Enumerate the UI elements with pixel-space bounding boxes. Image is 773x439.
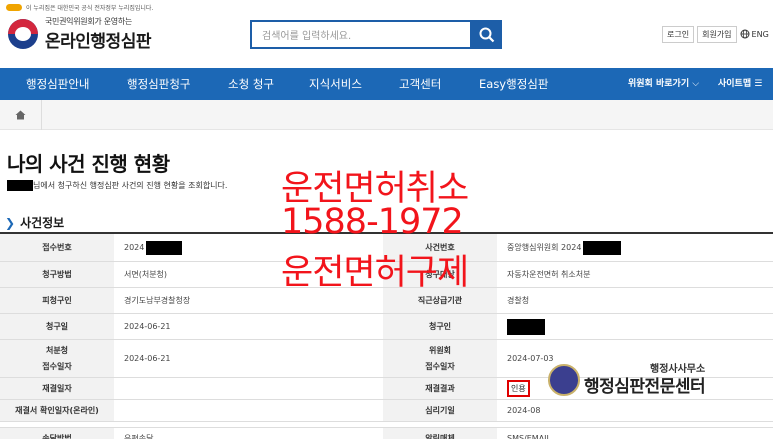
emblem-icon xyxy=(8,19,38,49)
nav-item-claim[interactable]: 행정심판청구 xyxy=(127,68,190,100)
table-row: 재결서 확인일자(온라인) 심리기일 2024-08 xyxy=(0,400,773,422)
nav-item-support[interactable]: 고객센터 xyxy=(399,68,441,100)
section-title: ❯ 사건정보 xyxy=(5,215,65,231)
respondent-label: 피청구인 xyxy=(0,288,114,313)
method-label: 청구방법 xyxy=(0,262,114,287)
nav-item-guide[interactable]: 행정심판안내 xyxy=(26,68,89,100)
site-logo[interactable]: 국민권익위원회가 운영하는 온라인행정심판 xyxy=(8,16,151,52)
decision-date-value xyxy=(114,378,383,399)
delivery-label: 송달방법 xyxy=(0,428,114,439)
gov-strip-text: 이 누리집은 대한민국 공식 전자정부 누리집입니다. xyxy=(26,4,154,12)
logo-title: 온라인행정심판 xyxy=(45,32,151,52)
menu-icon: ☰ xyxy=(754,79,763,89)
nav-item-knowledge[interactable]: 지식서비스 xyxy=(309,68,362,100)
office-watermark: 행정사사무소 행정심판전문센터 xyxy=(546,360,760,402)
search-button[interactable] xyxy=(472,20,502,49)
search-input[interactable]: 검색어를 입력하세요. xyxy=(250,20,472,49)
nav-item-easy[interactable]: Easy행정심판 xyxy=(479,68,548,100)
logo-subtitle: 국민권익위원회가 운영하는 xyxy=(45,17,132,26)
overlay-line-2: 1588-1972 xyxy=(281,202,464,242)
home-icon xyxy=(15,110,26,120)
notify-value: SMS/EMAIL xyxy=(507,434,551,439)
receipt-no-label: 접수번호 xyxy=(0,234,114,261)
gov-strip: 이 누리집은 대한민국 공식 전자정부 누리집입니다. xyxy=(0,0,773,14)
chevron-right-icon: ❯ xyxy=(5,215,16,230)
claim-date-value: 2024-06-21 xyxy=(124,322,171,331)
agency-receipt-value: 2024-06-21 xyxy=(124,354,171,363)
header: 국민권익위원회가 운영하는 온라인행정심판 검색어를 입력하세요. 로그인 회원… xyxy=(0,14,773,68)
decision-result-badge: 인용 xyxy=(507,380,530,397)
claim-date-label: 청구일 xyxy=(0,314,114,339)
globe-icon xyxy=(740,29,750,39)
breadcrumb xyxy=(0,100,773,130)
redacted-receipt xyxy=(146,240,183,255)
chevron-down-icon: ⌵ xyxy=(692,79,700,89)
intro-text: 님에서 청구하신 행정심판 사건의 진행 현황을 조회합니다. xyxy=(7,180,227,191)
seal-icon xyxy=(548,364,580,396)
decision-date-label: 재결일자 xyxy=(0,378,114,399)
signup-button[interactable]: 회원가입 xyxy=(697,25,737,43)
sitemap-button[interactable]: 사이트맵 ☰ xyxy=(718,68,762,100)
confirm-date-value xyxy=(114,400,383,421)
watermark-main: 행정심판전문센터 xyxy=(584,377,706,397)
home-button[interactable] xyxy=(0,100,42,130)
claimant-value xyxy=(497,314,773,339)
decision-result-label: 재결결과 xyxy=(383,378,497,399)
claimant-label: 청구인 xyxy=(383,314,497,339)
redacted-name xyxy=(7,180,33,191)
table-row: 청구일 2024-06-21 청구인 xyxy=(0,314,773,340)
overlay-line-3: 운전면허구제 xyxy=(281,253,469,293)
hearing-date-label: 심리기일 xyxy=(383,400,497,421)
committee-shortcut[interactable]: 위원회 바로가기 ⌵ xyxy=(628,68,699,100)
search-icon xyxy=(479,27,495,42)
notify-label: 알림매체 xyxy=(383,428,497,439)
delivery-value: 우편송달 xyxy=(124,434,154,439)
hearing-date-value: 2024-08 xyxy=(507,406,541,415)
util-links: 로그인 회원가입 ENG xyxy=(662,25,769,43)
nav-item-appeal[interactable]: 소청 청구 xyxy=(228,68,274,100)
lang-button[interactable]: ENG xyxy=(740,29,769,39)
case-no-value: 중앙행심위원회 2024 xyxy=(497,234,773,261)
main-nav: 행정심판안내 행정심판청구 소청 청구 지식서비스 고객센터 Easy행정심판 … xyxy=(0,68,773,100)
page-title: 나의 사건 진행 현황 xyxy=(7,152,170,176)
redacted-claimant xyxy=(507,318,545,335)
superior-value: 경찰청 xyxy=(507,296,530,305)
table-row: 송달방법 우편송달 알림매체 SMS/EMAIL xyxy=(0,428,773,439)
search-placeholder: 검색어를 입력하세요. xyxy=(262,31,352,42)
agency-receipt-label: 처분청 접수일자 xyxy=(0,340,114,377)
subject-value: 자동차운전면허 취소처분 xyxy=(507,270,591,279)
redacted-case-no xyxy=(583,240,622,255)
committee-receipt-label: 위원회 접수일자 xyxy=(383,340,497,377)
confirm-date-label: 재결서 확인일자(온라인) xyxy=(0,400,114,421)
login-button[interactable]: 로그인 xyxy=(662,25,695,43)
gov-mark-icon xyxy=(6,3,22,11)
